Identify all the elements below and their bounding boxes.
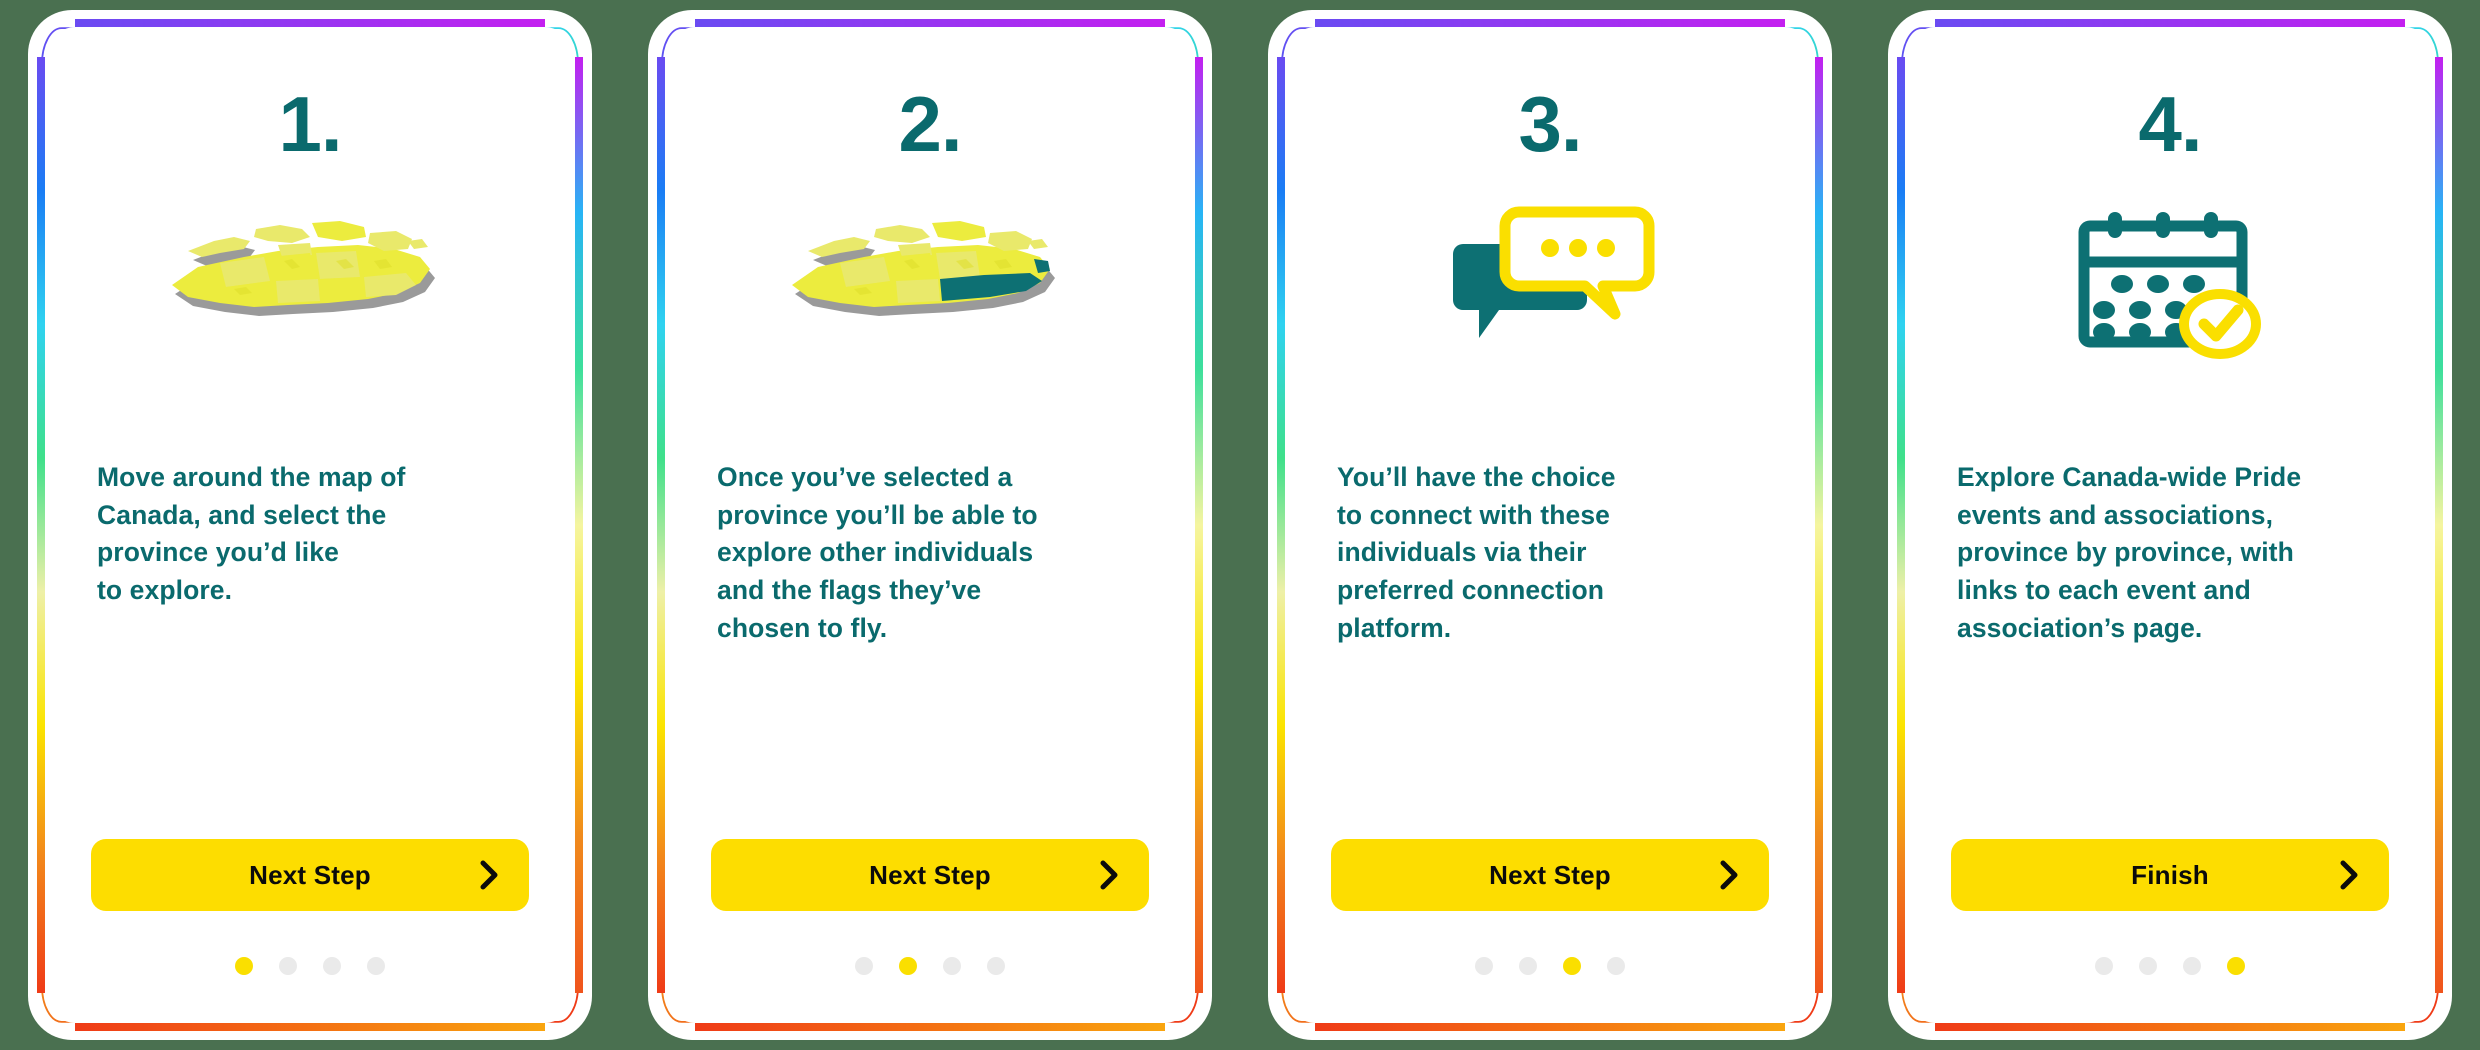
chevron-right-icon [479,860,499,890]
next-step-label: Next Step [869,859,991,890]
card-face: 4. Explore Canada-wide Pride events and … [1905,27,2435,1023]
onboarding-card-2: 2. Once you’ve selected a province you’l… [620,0,1240,1050]
card-body-text: Move around the map of Canada, and selec… [97,462,406,605]
pagination-dot-3[interactable] [323,957,341,975]
pagination-dots [91,957,529,975]
onboarding-carousel: 1. Move around the map of Canada, and se… [0,0,2480,1050]
pagination-dot-2[interactable] [2139,957,2157,975]
pagination-dot-3[interactable] [2183,957,2201,975]
rainbow-border: 3. You’ll have the choice to connect wit… [1277,19,1823,1031]
canada-map-icon [91,181,529,391]
pagination-dot-4[interactable] [2227,957,2245,975]
pagination-dot-4[interactable] [987,957,1005,975]
step-number: 1. [278,80,342,168]
next-step-label: Next Step [1489,859,1611,890]
pagination-dot-4[interactable] [1607,957,1625,975]
rainbow-border: 1. Move around the map of Canada, and se… [37,19,583,1031]
chevron-right-icon [2339,860,2359,890]
card-face: 3. You’ll have the choice to connect wit… [1285,27,1815,1023]
next-step-button[interactable]: Next Step [711,839,1149,911]
rainbow-border: 2. Once you’ve selected a province you’l… [657,19,1203,1031]
card-face: 2. Once you’ve selected a province you’l… [665,27,1195,1023]
next-step-button[interactable]: Next Step [91,839,529,911]
pagination-dot-3[interactable] [943,957,961,975]
card-body-text: You’ll have the choice to connect with t… [1337,462,1616,643]
pagination-dot-1[interactable] [2095,957,2113,975]
step-number: 3. [1518,80,1582,168]
pagination-dot-2[interactable] [279,957,297,975]
pagination-dot-3[interactable] [1563,957,1581,975]
next-step-label: Next Step [249,859,371,890]
finish-label: Finish [2131,859,2209,890]
next-step-button[interactable]: Next Step [1331,839,1769,911]
pagination-dot-2[interactable] [899,957,917,975]
card-halo: 3. You’ll have the choice to connect wit… [1268,10,1832,1040]
rainbow-border: 4. Explore Canada-wide Pride events and … [1897,19,2443,1031]
pagination-dot-1[interactable] [235,957,253,975]
pagination-dot-2[interactable] [1519,957,1537,975]
card-halo: 1. Move around the map of Canada, and se… [28,10,592,1040]
onboarding-card-4: 4. Explore Canada-wide Pride events and … [1860,0,2480,1050]
pagination-dot-4[interactable] [367,957,385,975]
card-face: 1. Move around the map of Canada, and se… [45,27,575,1023]
pagination-dot-1[interactable] [1475,957,1493,975]
pagination-dots [1951,957,2389,975]
step-number: 4. [2138,80,2202,168]
card-body-text: Once you’ve selected a province you’ll b… [717,462,1038,643]
pagination-dot-1[interactable] [855,957,873,975]
canada-map-selected-icon [711,181,1149,391]
finish-button[interactable]: Finish [1951,839,2389,911]
onboarding-card-1: 1. Move around the map of Canada, and se… [0,0,620,1050]
card-halo: 4. Explore Canada-wide Pride events and … [1888,10,2452,1040]
step-number: 2. [898,80,962,168]
pagination-dots [1331,957,1769,975]
onboarding-card-3: 3. You’ll have the choice to connect wit… [1240,0,1860,1050]
chevron-right-icon [1099,860,1119,890]
chat-bubbles-icon [1331,181,1769,391]
card-halo: 2. Once you’ve selected a province you’l… [648,10,1212,1040]
card-body-text: Explore Canada-wide Pride events and ass… [1957,462,2302,643]
chevron-right-icon [1719,860,1739,890]
pagination-dots [711,957,1149,975]
calendar-check-icon [1951,181,2389,391]
